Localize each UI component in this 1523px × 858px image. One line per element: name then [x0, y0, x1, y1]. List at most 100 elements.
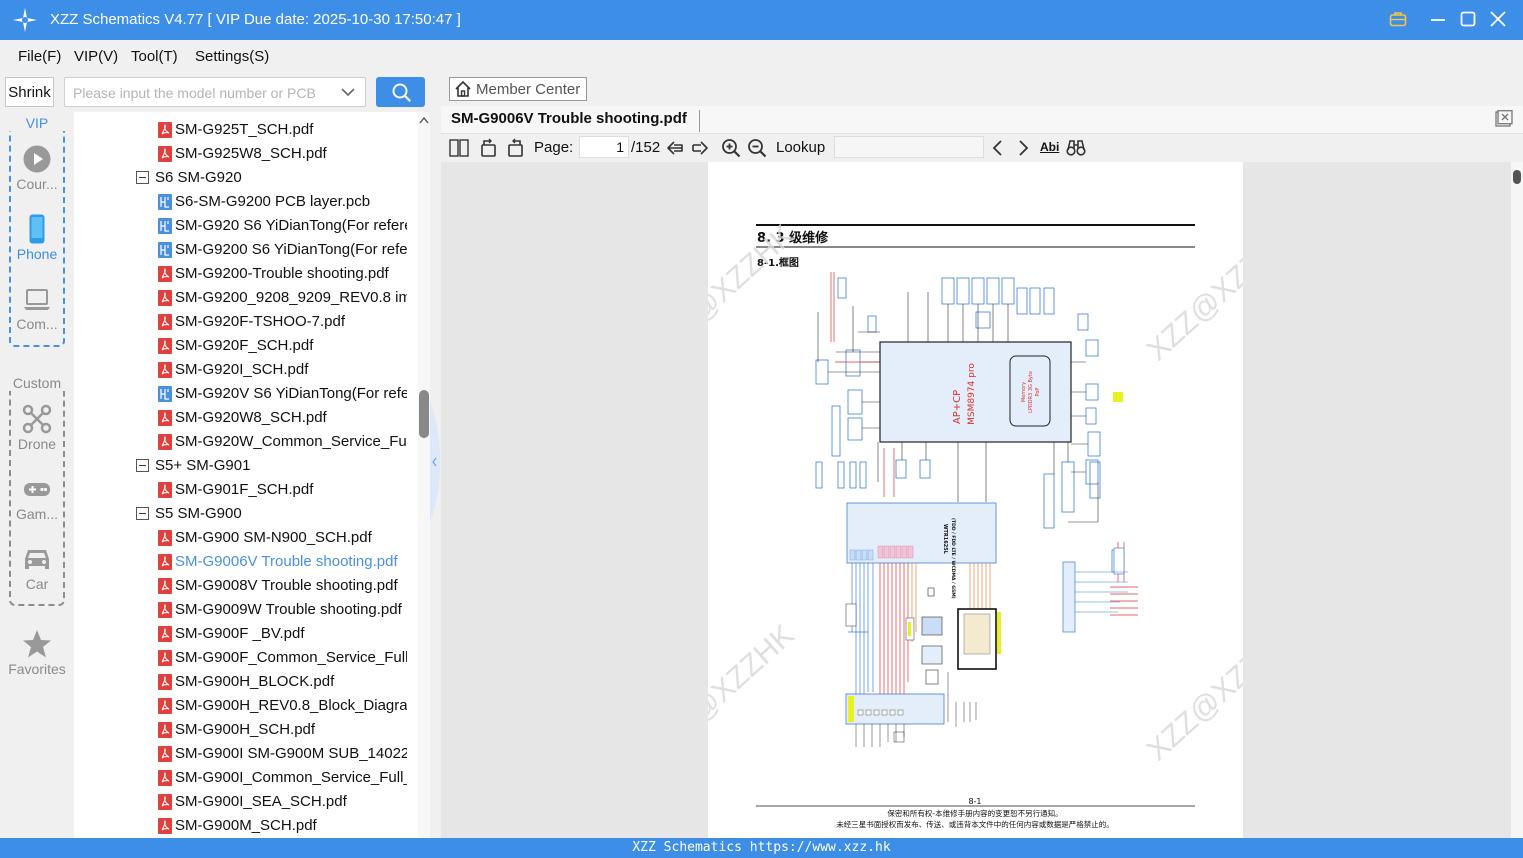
panel-splitter[interactable]	[430, 112, 441, 838]
zoom-out-icon[interactable]	[747, 138, 767, 158]
tree-file[interactable]: SM-G900I SM-G900M SUB_140224	[74, 742, 418, 766]
tree-file[interactable]: SM-G925T_SCH.pdf	[74, 118, 418, 142]
home-icon	[455, 80, 471, 97]
search-combo[interactable]	[64, 77, 366, 107]
vip-briefcase-icon[interactable]	[1387, 8, 1409, 30]
status-bar: XZZ Schematics https://www.xzz.hk	[0, 838, 1523, 858]
tree-file[interactable]: S6-SM-G9200 PCB layer.pcb	[74, 190, 418, 214]
chevron-down-icon[interactable]	[341, 86, 355, 98]
collapse-toggle-icon[interactable]	[136, 507, 149, 520]
tree-file[interactable]: SM-G920I_SCH.pdf	[74, 358, 418, 382]
shrink-button[interactable]: Shrink	[5, 77, 54, 107]
tree-file[interactable]: SM-G9200-Trouble shooting.pdf	[74, 262, 418, 286]
viewer-toolbar: Page: /152 Lookup Abi	[441, 134, 1523, 162]
menu-tool[interactable]: Tool(T)	[131, 48, 178, 65]
tree-item-label: S6-SM-G9200 PCB layer.pcb	[175, 193, 371, 210]
collapse-toggle-icon[interactable]	[136, 459, 149, 472]
zoom-in-icon[interactable]	[721, 138, 741, 158]
tree-file[interactable]: SM-G920W8_SCH.pdf	[74, 406, 418, 430]
match-text-toggle[interactable]: Abi	[1040, 140, 1059, 154]
tree-file[interactable]: SM-G900I_SEA_SCH.pdf	[74, 790, 418, 814]
tree-file[interactable]: SM-G9009W Trouble shooting.pdf	[74, 598, 418, 622]
rotate-right-icon[interactable]	[505, 138, 525, 158]
menu-bar: File(F) VIP(V) Tool(T) Settings(S)	[0, 40, 1523, 72]
tree-item-label: SM-G920V S6 YiDianTong(For refe	[175, 385, 407, 402]
lookup-input[interactable]	[834, 136, 984, 158]
pdf-viewer[interactable]: 8. 3 级维修 8-1.框图 XZZ@XZZHK XZZ@XZZHK XZZ@…	[441, 162, 1511, 838]
close-button[interactable]	[1487, 8, 1509, 30]
tree-folder[interactable]: S6 SM-G920	[74, 166, 418, 190]
rotate-left-icon[interactable]	[479, 138, 499, 158]
collapse-toggle-icon[interactable]	[136, 171, 149, 184]
tree-scrollbar[interactable]	[418, 112, 430, 838]
tree-file[interactable]: SM-G901F_SCH.pdf	[74, 478, 418, 502]
tree-file[interactable]: SM-G900F _BV.pdf	[74, 622, 418, 646]
previous-page-icon[interactable]	[665, 138, 685, 158]
viewer-scrollbar[interactable]	[1511, 162, 1523, 838]
memory-pkg-label: PoP	[1035, 388, 1041, 397]
tree-file[interactable]: SM-G9200 S6 YiDianTong(For refer	[74, 238, 418, 262]
tree-file[interactable]: SM-G9008V Trouble shooting.pdf	[74, 574, 418, 598]
binoculars-icon[interactable]	[1066, 138, 1086, 158]
category-courses[interactable]: Cour...	[0, 144, 74, 192]
pdf-icon	[158, 794, 172, 810]
tree-file[interactable]: SM-G920F-TSHOO-7.pdf	[74, 310, 418, 334]
tree-file[interactable]: SM-G9200_9208_9209_REV0.8 imag	[74, 286, 418, 310]
menu-settings[interactable]: Settings(S)	[195, 48, 269, 65]
memory-type-label: LPDDR3 3G Byte	[1028, 371, 1034, 413]
tree-file[interactable]: SM-G900 SM-N900_SCH.pdf	[74, 526, 418, 550]
tree-file[interactable]: SM-G900I_Common_Service_Full_S	[74, 766, 418, 790]
scroll-up-icon[interactable]	[419, 116, 429, 124]
category-phone[interactable]: Phone	[0, 214, 74, 262]
two-page-view-icon[interactable]	[449, 138, 469, 158]
viewer-scroll-thumb[interactable]	[1513, 170, 1521, 184]
search-input[interactable]	[73, 83, 335, 103]
tree-file[interactable]: SM-G925W8_SCH.pdf	[74, 142, 418, 166]
menu-file[interactable]: File(F)	[18, 48, 61, 65]
next-page-icon[interactable]	[690, 138, 710, 158]
pdf-icon	[158, 266, 172, 282]
app-logo-icon	[13, 8, 37, 32]
tree-file[interactable]: SM-G900M_SCH.pdf	[74, 814, 418, 838]
tree-item-label: SM-G900I SM-G900M SUB_140224	[175, 745, 407, 762]
pdf-icon	[158, 146, 172, 162]
minimize-button[interactable]	[1427, 8, 1449, 30]
category-drone[interactable]: Drone	[0, 404, 74, 452]
menu-vip[interactable]: VIP(V)	[74, 48, 118, 65]
category-car[interactable]: Car	[0, 544, 74, 592]
category-favorites[interactable]: Favorites	[0, 629, 74, 677]
category-computer[interactable]: Com...	[0, 284, 74, 332]
collapse-panel-handle[interactable]	[430, 402, 441, 522]
tree-file[interactable]: SM-G920W_Common_Service_Full_	[74, 430, 418, 454]
tree-file[interactable]: SM-G9006V Trouble shooting.pdf	[74, 550, 418, 574]
maximize-button[interactable]	[1457, 8, 1479, 30]
pcb-file-icon	[158, 242, 172, 258]
tree-folder[interactable]: S5+ SM-G901	[74, 454, 418, 478]
pdf-icon	[158, 602, 172, 618]
tree-row-clipped	[74, 112, 418, 113]
tree-file[interactable]: SM-G920F_SCH.pdf	[74, 334, 418, 358]
tree-file[interactable]: SM-G900H_REV0.8_Block_Diagram	[74, 694, 418, 718]
close-tab-icon[interactable]	[1495, 110, 1513, 128]
tree-item-label: SM-G920W8_SCH.pdf	[175, 409, 327, 426]
tree-file[interactable]: SM-G920V S6 YiDianTong(For refe	[74, 382, 418, 406]
lookup-label: Lookup	[776, 139, 826, 156]
tree-item-label: SM-G920I_SCH.pdf	[175, 361, 309, 378]
search-button[interactable]	[376, 77, 425, 107]
tree-item-label: SM-G920F_SCH.pdf	[175, 337, 314, 354]
tree-folder[interactable]: S5 SM-G900	[74, 502, 418, 526]
tree-scroll-thumb[interactable]	[419, 390, 429, 438]
vip-group-label: VIP	[0, 115, 74, 131]
tree-file[interactable]: SM-G900H_SCH.pdf	[74, 718, 418, 742]
pdf-icon	[158, 746, 172, 762]
category-game[interactable]: Gam...	[0, 474, 74, 522]
document-tab[interactable]: SM-G9006V Trouble shooting.pdf	[451, 110, 700, 132]
member-center-button[interactable]: Member Center	[449, 77, 587, 101]
tree-file[interactable]: SM-G900H_BLOCK.pdf	[74, 670, 418, 694]
find-previous-icon[interactable]	[988, 138, 1008, 158]
tree-file[interactable]: SM-G900F_Common_Service_Full_S	[74, 646, 418, 670]
find-next-icon[interactable]	[1013, 138, 1033, 158]
pdf-icon	[158, 362, 172, 378]
page-number-input[interactable]	[579, 136, 629, 158]
tree-file[interactable]: SM-G920 S6 YiDianTong(For refere	[74, 214, 418, 238]
